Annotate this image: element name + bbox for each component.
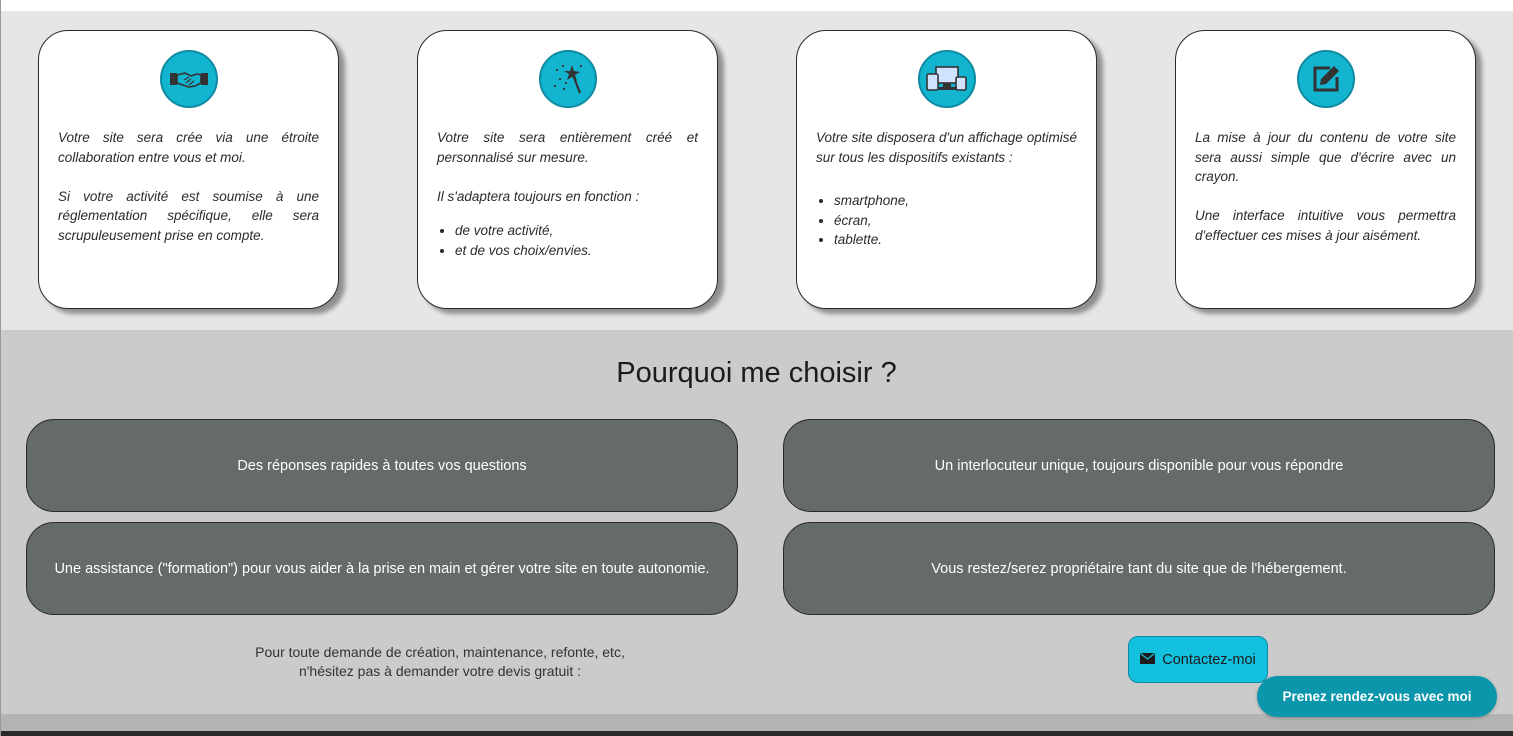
reason-pill: Un interlocuteur unique, toujours dispon… [783, 419, 1495, 512]
card-paragraph: Votre site disposera d'un affichage opti… [816, 130, 1077, 165]
card-paragraph: Si votre activité est soumise à une régl… [58, 188, 319, 243]
why-choose-section: Pourquoi me choisir ? Des réponses rapid… [0, 330, 1513, 714]
card-bullet: écran, [834, 211, 1077, 231]
contact-button-label: Contactez-moi [1162, 651, 1256, 668]
card-bullet-list: de votre activité, et de vos choix/envie… [437, 221, 698, 260]
features-section: Votre site sera crée via une étroite col… [0, 11, 1513, 330]
card-paragraph: Votre site sera crée via une étroite col… [58, 130, 319, 165]
card-bullet-list: smartphone, écran, tablette. [816, 191, 1077, 250]
card-bullet: tablette. [834, 230, 1077, 250]
feature-card-text: Votre site sera crée via une étroite col… [58, 128, 319, 245]
envelope-icon [1140, 652, 1156, 668]
reason-label: Un interlocuteur unique, toujours dispon… [934, 457, 1344, 474]
feature-card-text: Votre site disposera d'un affichage opti… [816, 128, 1077, 250]
feature-card-custom: Votre site sera entièrement créé et pers… [417, 30, 718, 309]
quote-line: Pour toute demande de création, maintena… [255, 644, 625, 660]
handshake-icon [159, 50, 218, 108]
feature-card-text: La mise à jour du contenu de votre site … [1195, 128, 1456, 245]
card-paragraph: Une interface intuitive vous permettra d… [1195, 208, 1456, 243]
reason-pill: Vous restez/serez propriétaire tant du s… [783, 522, 1495, 615]
bottom-bar [0, 731, 1513, 736]
edit-icon [1296, 50, 1355, 108]
reason-label: Vous restez/serez propriétaire tant du s… [931, 560, 1347, 577]
book-appointment-label: Prenez rendez-vous avec moi [1282, 689, 1472, 704]
feature-card-responsive: Votre site disposera d'un affichage opti… [796, 30, 1097, 309]
card-paragraph: Il s'adaptera toujours en fonction : [437, 188, 640, 204]
card-bullet: de votre activité, [455, 221, 698, 241]
feature-card-updates: La mise à jour du contenu de votre site … [1175, 30, 1476, 309]
quote-line: n'hésitez pas à demander votre devis gra… [298, 663, 582, 679]
devices-icon [917, 50, 976, 108]
card-paragraph: La mise à jour du contenu de votre site … [1195, 130, 1456, 184]
card-bullet: smartphone, [834, 191, 1077, 211]
top-strip [0, 0, 1513, 11]
magic-wand-icon [538, 50, 597, 108]
quote-request-text: Pour toute demande de création, maintena… [180, 643, 700, 681]
contact-button[interactable]: Contactez-moi [1128, 636, 1268, 683]
reason-label: Des réponses rapides à toutes vos questi… [237, 457, 527, 474]
book-appointment-button[interactable]: Prenez rendez-vous avec moi [1257, 676, 1497, 717]
reason-pill: Une assistance ("formation") pour vous a… [26, 522, 738, 615]
feature-card-collaboration: Votre site sera crée via une étroite col… [38, 30, 339, 309]
reason-label: Une assistance ("formation") pour vous a… [54, 560, 710, 577]
window-left-border [0, 0, 1, 736]
section-title: Pourquoi me choisir ? [616, 357, 897, 389]
card-bullet: et de vos choix/envies. [455, 241, 698, 261]
feature-card-text: Votre site sera entièrement créé et pers… [437, 128, 698, 260]
reason-pill: Des réponses rapides à toutes vos questi… [26, 419, 738, 512]
card-paragraph: Votre site sera entièrement créé et pers… [437, 130, 698, 165]
